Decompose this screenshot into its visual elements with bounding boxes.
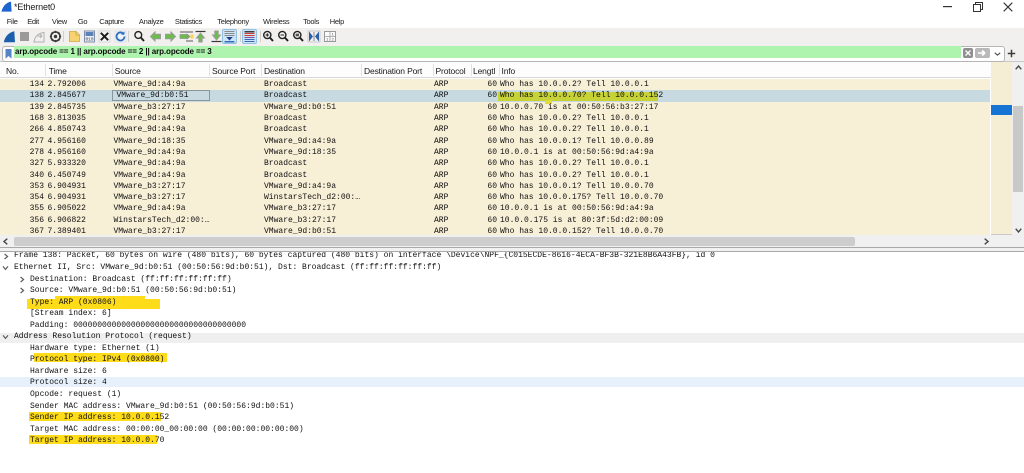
svg-text:010: 010: [85, 37, 93, 43]
